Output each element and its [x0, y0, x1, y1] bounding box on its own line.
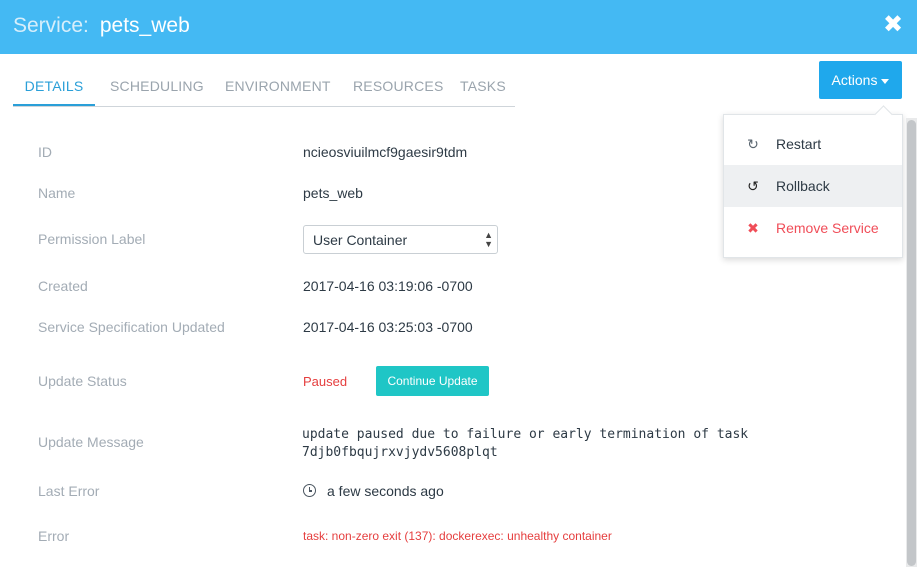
scrollbar-thumb[interactable] [907, 120, 916, 566]
last-error-label: Last Error [38, 483, 100, 499]
permission-label: Permission Label [38, 231, 146, 247]
last-error-value: a few seconds ago [327, 483, 444, 499]
tab-bar: DETAILS SCHEDULING ENVIRONMENT RESOURCES… [13, 66, 515, 107]
permission-label-select[interactable]: User Container ▲ ▼ [303, 225, 498, 254]
menu-item-restart[interactable]: ↻ Restart [724, 123, 902, 165]
spec-updated-value: 2017-04-16 03:25:03 -0700 [303, 319, 473, 335]
status-badge: Paused [303, 374, 348, 389]
undo-icon: ↺ [747, 178, 759, 194]
id-value: ncieosviuilmcf9gaesir9tdm [303, 144, 468, 160]
remove-icon: ✖ [747, 220, 759, 236]
actions-dropdown-menu: ↻ Restart ↺ Rollback ✖ Remove Service [723, 105, 903, 258]
id-label: ID [38, 144, 52, 160]
update-message-value: update paused due to failure or early te… [302, 426, 748, 462]
menu-item-label: Remove Service [776, 220, 879, 236]
error-label: Error [38, 528, 70, 544]
update-status-label: Update Status [38, 373, 127, 389]
actions-button[interactable]: Actions [819, 61, 902, 99]
created-value: 2017-04-16 03:19:06 -0700 [303, 278, 473, 294]
actions-label: Actions [831, 72, 878, 88]
name-value: pets_web [303, 185, 363, 201]
name-label: Name [38, 185, 76, 201]
permission-selected-value: User Container [313, 232, 408, 248]
modal-header: Service: pets_web ✖ [0, 0, 917, 54]
tab-environment[interactable]: ENVIRONMENT [225, 66, 331, 105]
dropdown-arrow [874, 105, 893, 124]
service-name: pets_web [99, 14, 190, 37]
menu-item-remove-service[interactable]: ✖ Remove Service [724, 207, 902, 249]
scrollbar[interactable] [906, 118, 917, 567]
refresh-icon: ↻ [747, 136, 759, 152]
select-arrows-icon: ▲ ▼ [484, 230, 493, 249]
caret-down-icon [881, 78, 890, 84]
page-title: Service: pets_web [13, 14, 190, 38]
spec-updated-label: Service Specification Updated [38, 319, 225, 335]
update-message-line: update paused due to failure or early te… [302, 427, 749, 442]
close-icon[interactable]: ✖ [881, 11, 905, 39]
update-message-label: Update Message [38, 434, 144, 450]
update-message-line: 7djb0fbqujrxvjydv5608plqt [302, 445, 498, 460]
tab-resources[interactable]: RESOURCES [353, 66, 443, 105]
tab-scheduling[interactable]: SCHEDULING [110, 66, 204, 105]
menu-item-label: Restart [776, 136, 822, 152]
title-prefix: Service: [13, 14, 89, 37]
tab-details[interactable]: DETAILS [13, 66, 95, 106]
continue-update-button[interactable]: Continue Update [376, 366, 489, 396]
created-label: Created [38, 278, 88, 294]
menu-item-rollback[interactable]: ↺ Rollback [724, 165, 902, 207]
menu-item-label: Rollback [776, 178, 830, 194]
error-value: task: non-zero exit (137): dockerexec: u… [303, 529, 612, 543]
clock-icon [303, 484, 316, 497]
tab-tasks[interactable]: TASKS [460, 66, 506, 105]
